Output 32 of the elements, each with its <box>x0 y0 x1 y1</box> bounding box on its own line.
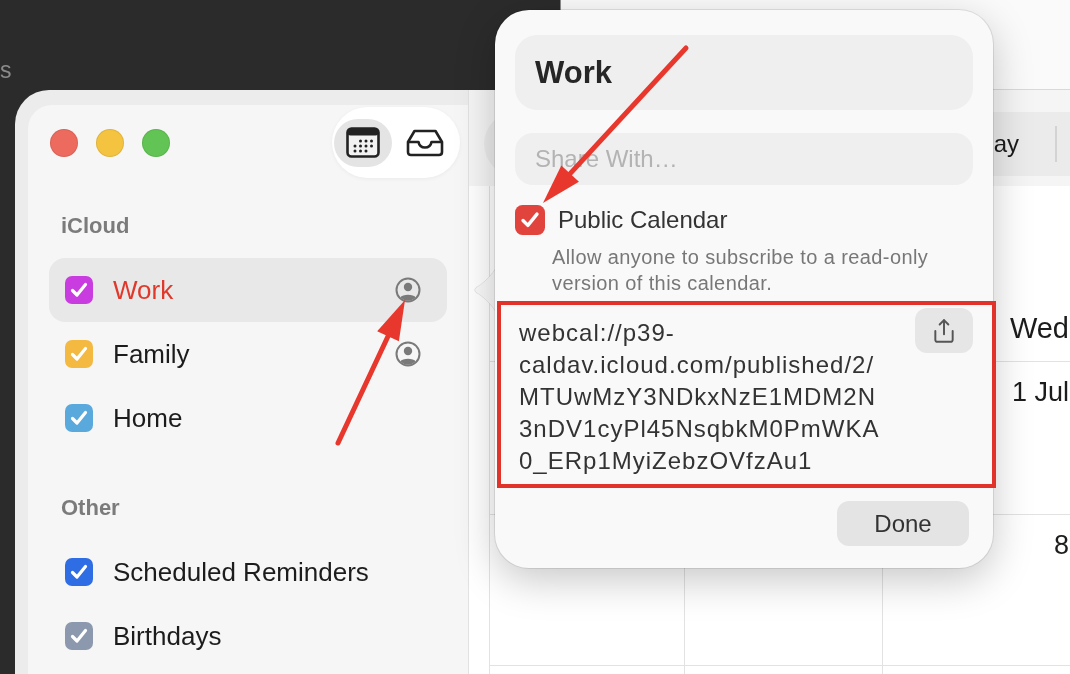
date-label: 1 Jul <box>1011 376 1069 409</box>
share-button[interactable] <box>915 308 973 353</box>
person-circle-icon[interactable] <box>395 277 421 303</box>
section-header: Other <box>60 494 121 522</box>
day-header: Wed <box>1009 311 1069 345</box>
person-circle-icon[interactable] <box>395 341 421 367</box>
inbox-tray-icon <box>406 128 444 157</box>
checkbox[interactable] <box>65 622 93 650</box>
calendar-url-text: webcal://p39- caldav.icloud.com/published/2/ MTUwMzY3NDkxNzE1MDM2N 3nDV1cyPl45NsqbkM0PmWKA 0_ERp1MyiZebzOVfzAu1 <box>519 318 881 476</box>
checkbox[interactable] <box>65 558 93 586</box>
date-label: 8 <box>1053 529 1069 562</box>
section-header: iCloud <box>60 212 131 240</box>
checkbox[interactable] <box>65 340 93 368</box>
calendar-list-item[interactable]: Birthdays <box>49 604 447 668</box>
desktop-text: s <box>0 56 12 84</box>
calendar-list-item[interactable]: Work <box>49 258 447 322</box>
checkbox-label: Public Calendar <box>558 205 728 235</box>
checkbox[interactable] <box>65 404 93 432</box>
calendar-name-field[interactable]: Work <box>515 35 973 110</box>
view-segment[interactable]: ay <box>993 129 1019 159</box>
checkbox[interactable] <box>515 205 545 235</box>
checkbox[interactable] <box>65 276 93 304</box>
calendar-grid-icon <box>346 127 380 158</box>
done-button[interactable]: Done <box>837 501 969 546</box>
share-icon <box>931 317 957 344</box>
close-window-button[interactable] <box>50 128 78 157</box>
calendar-list-item[interactable]: Scheduled Reminders <box>49 540 447 604</box>
description-text: Allow anyone to subscribe to a read-only version of this calendar. <box>552 245 930 296</box>
zoom-window-button[interactable] <box>142 128 170 157</box>
calendar-list-item[interactable]: Family <box>49 322 447 386</box>
calendar-list-item[interactable]: Home <box>49 386 447 450</box>
calendar-view-button[interactable] <box>334 118 392 167</box>
